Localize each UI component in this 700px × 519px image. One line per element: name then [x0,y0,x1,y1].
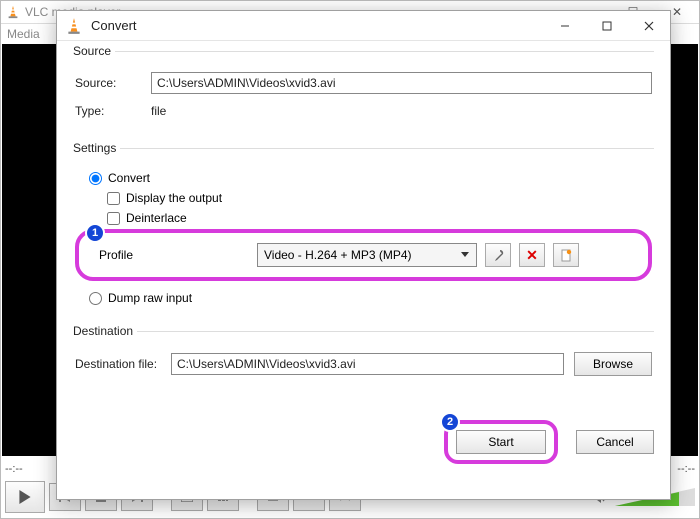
delete-profile-button[interactable]: ✕ [519,243,545,267]
convert-dialog: Convert Source Source: Type: file Settin… [56,10,671,500]
deinterlace-label: Deinterlace [126,211,187,225]
edit-profile-button[interactable] [485,243,511,267]
source-label: Source: [75,76,151,90]
destination-input[interactable] [171,353,564,375]
dialog-title: Convert [91,18,544,33]
settings-legend: Settings [73,141,120,155]
dump-raw-label: Dump raw input [108,291,192,305]
display-output-label: Display the output [126,191,222,205]
wrench-icon [492,249,505,262]
new-profile-button[interactable] [553,243,579,267]
annotation-badge-2: 2 [440,412,460,432]
dump-raw-input[interactable] [89,292,102,305]
source-input[interactable] [151,72,652,94]
convert-radio-label: Convert [108,171,150,185]
annotation-badge-1: 1 [85,223,105,243]
type-value: file [151,104,166,118]
destination-legend: Destination [73,324,137,338]
dialog-titlebar: Convert [57,11,670,41]
cancel-button[interactable]: Cancel [576,430,654,454]
time-elapsed: --:-- [5,463,23,475]
convert-radio-input[interactable] [89,172,102,185]
convert-radio[interactable]: Convert [89,171,652,185]
start-button[interactable]: Start [456,430,546,454]
deinterlace-checkbox[interactable]: Deinterlace [107,211,652,225]
chevron-down-icon [460,249,470,259]
dialog-button-row: 2 Start Cancel [73,406,654,464]
deinterlace-input[interactable] [107,212,120,225]
browse-button[interactable]: Browse [574,352,652,376]
dump-raw-radio[interactable]: Dump raw input [89,291,652,305]
x-icon: ✕ [526,247,538,264]
profile-combobox[interactable]: Video - H.264 + MP3 (MP4) [257,243,477,267]
play-button[interactable] [5,481,45,513]
vlc-cone-icon [65,17,83,35]
dialog-maximize-button[interactable] [586,11,628,40]
destination-label: Destination file: [75,357,171,371]
source-group: Source Source: Type: file [73,51,654,136]
dialog-close-button[interactable] [628,11,670,40]
settings-group: Settings Convert Display the output Dein… [73,148,654,319]
display-output-input[interactable] [107,192,120,205]
new-page-icon [560,249,573,262]
profile-label: Profile [99,248,249,262]
source-legend: Source [73,44,115,58]
vlc-cone-icon [6,5,20,19]
profile-value: Video - H.264 + MP3 (MP4) [264,248,412,262]
display-output-checkbox[interactable]: Display the output [107,191,652,205]
dialog-minimize-button[interactable] [544,11,586,40]
destination-group: Destination Destination file: Browse [73,331,654,394]
type-label: Type: [75,104,151,118]
annotation-highlight-2: 2 Start [444,420,558,464]
annotation-highlight-1: 1 Profile Video - H.264 + MP3 (MP4) ✕ [75,229,652,281]
time-total: --:-- [677,463,695,475]
menu-media[interactable]: Media [7,27,40,41]
